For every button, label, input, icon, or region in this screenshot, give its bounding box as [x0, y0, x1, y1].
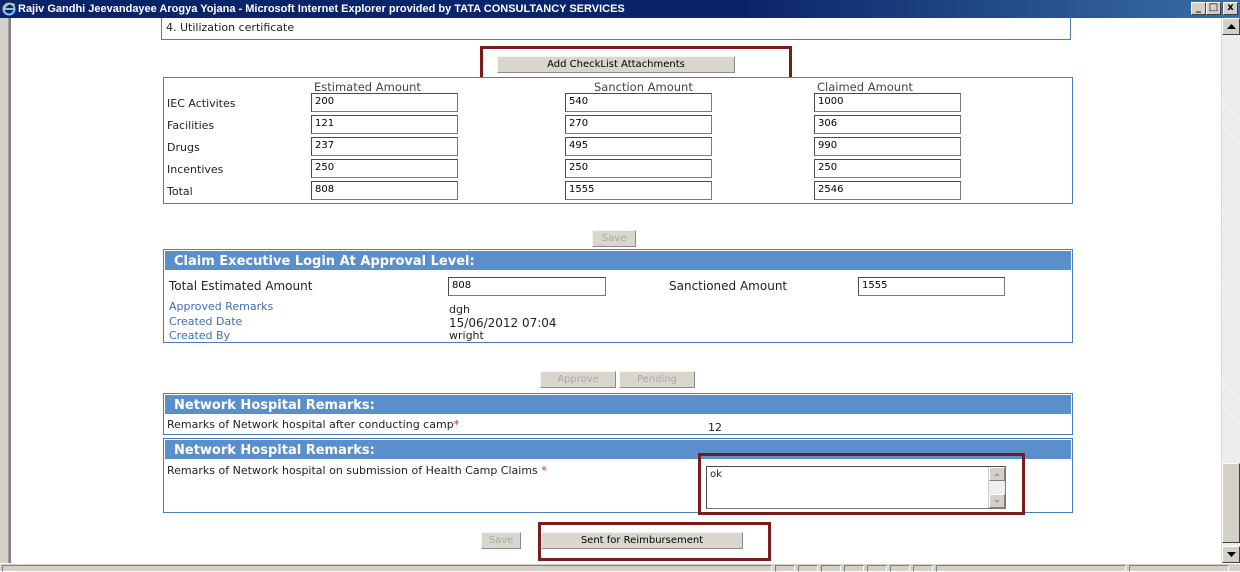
iec-sanction-input[interactable]: 540 — [565, 93, 712, 112]
claimed-amount-header: Claimed Amount — [817, 80, 913, 94]
scroll-down-arrow-icon — [1227, 552, 1236, 557]
status-bar — [0, 563, 1240, 572]
required-asterisk: * — [541, 464, 547, 477]
scroll-up-button[interactable] — [1222, 18, 1240, 35]
estimated-amount-header: Estimated Amount — [314, 80, 421, 94]
row-label-facilities: Facilities — [167, 119, 215, 132]
scrollbar-thumb[interactable] — [1222, 463, 1240, 543]
sanctioned-amount-label: Sanctioned Amount — [669, 279, 788, 293]
page-content: 4. Utilization certificate Add CheckList… — [11, 18, 1221, 563]
window-left-frame — [0, 18, 9, 563]
approval-section-heading: Claim Executive Login At Approval Level: — [164, 250, 1072, 271]
incentives-claimed-input[interactable]: 250 — [814, 159, 961, 178]
network-remarks-submission-text: Remarks of Network hospital on submissio… — [167, 464, 542, 477]
maximize-button[interactable]: □ — [1206, 2, 1221, 15]
total-estimated-input[interactable]: 808 — [311, 181, 458, 200]
incentives-estimated-input[interactable]: 250 — [311, 159, 458, 178]
amounts-save-button[interactable]: Save — [592, 230, 636, 247]
row-label-iec: IEC Activites — [167, 97, 236, 110]
total-claimed-input[interactable]: 2546 — [814, 181, 961, 200]
highlight-reimbursement-button — [538, 522, 771, 561]
drugs-claimed-input[interactable]: 990 — [814, 137, 961, 156]
network-remarks-heading-1: Network Hospital Remarks: — [164, 394, 1072, 415]
approve-button[interactable]: Approve — [540, 371, 616, 388]
window-titlebar: Rajiv Gandhi Jeevandayee Arogya Yojana -… — [0, 0, 1240, 18]
pending-button[interactable]: Pending — [619, 371, 695, 388]
created-date-value: 15/06/2012 07:04 — [449, 316, 557, 330]
scroll-down-button[interactable] — [1222, 546, 1240, 563]
network-remarks-section-1: Network Hospital Remarks: Remarks of Net… — [163, 393, 1073, 435]
iec-claimed-input[interactable]: 1000 — [814, 93, 961, 112]
drugs-sanction-input[interactable]: 495 — [565, 137, 712, 156]
network-remarks-after-camp-text: Remarks of Network hospital after conduc… — [167, 418, 454, 431]
facilities-claimed-input[interactable]: 306 — [814, 115, 961, 134]
total-sanction-input[interactable]: 1555 — [565, 181, 712, 200]
internet-explorer-icon — [2, 2, 16, 16]
total-estimated-amount-input[interactable]: 808 — [448, 277, 606, 296]
checklist-box: 4. Utilization certificate — [161, 18, 1071, 40]
facilities-estimated-input[interactable]: 121 — [311, 115, 458, 134]
sanctioned-amount-input[interactable]: 1555 — [858, 277, 1005, 296]
window-title: Rajiv Gandhi Jeevandayee Arogya Yojana -… — [18, 3, 625, 15]
scroll-up-arrow-icon — [1227, 24, 1236, 29]
approved-remarks-label: Approved Remarks — [169, 300, 274, 313]
facilities-sanction-input[interactable]: 270 — [565, 115, 712, 134]
close-button[interactable]: x — [1223, 2, 1238, 15]
required-asterisk: * — [453, 418, 460, 431]
sanction-amount-header: Sanction Amount — [594, 80, 693, 94]
incentives-sanction-input[interactable]: 250 — [565, 159, 712, 178]
row-label-total: Total — [167, 185, 193, 198]
created-by-value: wright — [449, 329, 484, 342]
row-label-drugs: Drugs — [167, 141, 200, 154]
amounts-table: Estimated Amount Sanction Amount Claimed… — [163, 77, 1073, 204]
drugs-estimated-input[interactable]: 237 — [311, 137, 458, 156]
network-remarks-after-camp-label: Remarks of Network hospital after conduc… — [167, 418, 459, 431]
network-remarks-after-camp-value: 12 — [708, 421, 722, 434]
created-by-label: Created By — [169, 329, 231, 342]
approved-remarks-value: dgh — [449, 303, 470, 316]
created-date-label: Created Date — [169, 315, 243, 328]
highlight-remarks-textarea — [698, 453, 1025, 515]
network-remarks-submission-label: Remarks of Network hospital on submissio… — [167, 464, 547, 477]
minimize-button[interactable]: _ — [1191, 2, 1206, 15]
iec-estimated-input[interactable]: 200 — [311, 93, 458, 112]
total-estimated-amount-label: Total Estimated Amount — [169, 279, 313, 293]
row-label-incentives: Incentives — [167, 163, 224, 176]
approval-section: Claim Executive Login At Approval Level:… — [163, 249, 1073, 343]
checklist-item-4: 4. Utilization certificate — [166, 21, 295, 34]
page-scrollbar[interactable] — [1222, 18, 1240, 563]
footer-save-button[interactable]: Save — [481, 532, 521, 549]
